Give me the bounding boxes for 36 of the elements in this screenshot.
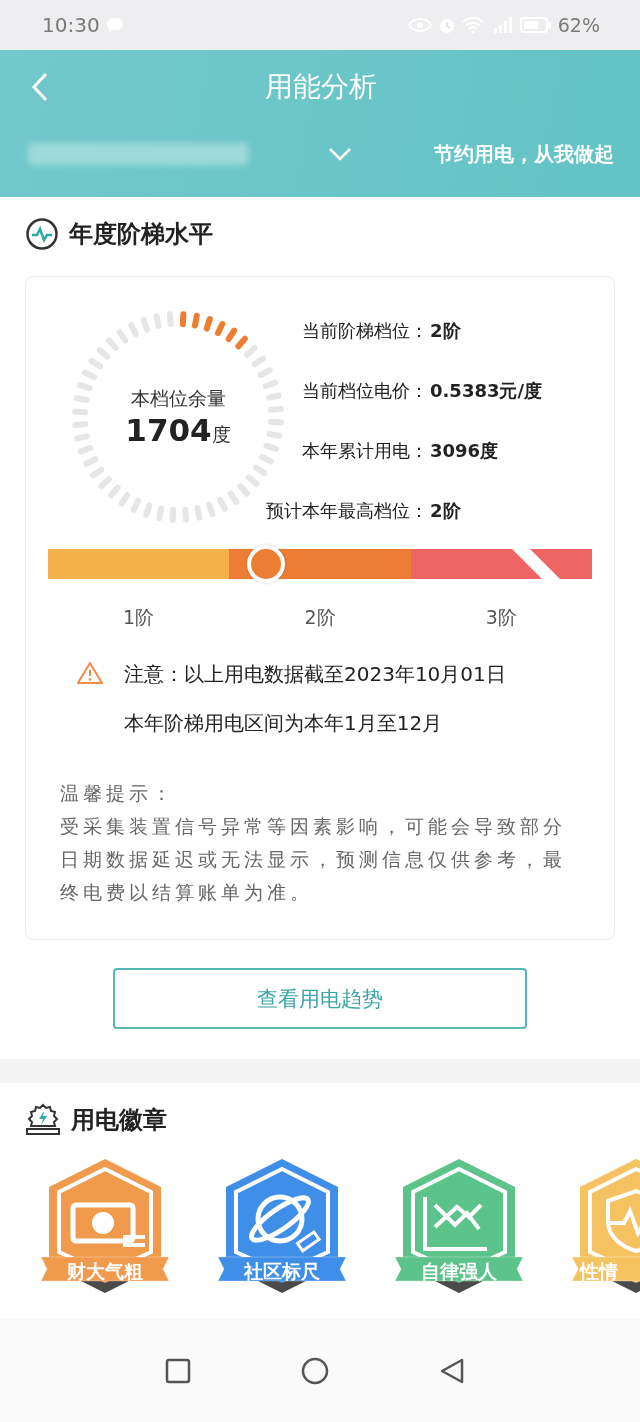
section-title: 年度阶梯水平 (69, 219, 213, 250)
gauge-value: 1704 (125, 412, 212, 448)
tip-text: 受采集装置信号异常等因素影响，可能会导致部分日期数据延迟或无法显示，预测信息仅供参考，最终电费以结算账单为准。 (60, 814, 567, 905)
gauge-unit: 度 (211, 422, 231, 447)
warning-icon (76, 661, 104, 685)
stat-value: 3096度 (430, 439, 500, 463)
stat-label: 本年累计用电： (301, 439, 428, 463)
badge-gear-icon (25, 1103, 61, 1137)
page-title: 用能分析 (265, 69, 377, 105)
gauge-label: 本档位余量 (130, 386, 226, 411)
notice-text: 本年阶梯用电区间为本年1月至12月 (124, 710, 444, 737)
stat-value: 0.5383元/度 (430, 379, 543, 403)
badge-label: 自律强人 (420, 1259, 498, 1284)
home-icon[interactable] (301, 1356, 329, 1385)
stat-label: 当前阶梯档位： (301, 319, 428, 343)
tip-title: 温馨提示： (60, 781, 176, 806)
stat-label: 预计本年最高档位： (266, 499, 428, 523)
badge-label: 社区标尺 (242, 1259, 321, 1284)
notice-text: 注意：以上用电数据截至2023年10月01日 (124, 661, 506, 688)
stat-value: 2阶 (430, 499, 462, 523)
tier-label: 2阶 (303, 605, 337, 630)
stat-label: 当前档位电价： (301, 379, 428, 403)
status-time: 10:30 (42, 13, 100, 37)
view-trend-button[interactable]: 查看用电趋势 (113, 968, 527, 1029)
pulse-icon (25, 217, 59, 251)
badge-label: 财大气粗 (66, 1259, 144, 1284)
stat-value: 2阶 (430, 319, 462, 343)
slogan: 节约用电，从我做起 (434, 140, 614, 168)
recents-icon[interactable] (165, 1357, 191, 1384)
tier-label: 1阶 (122, 605, 156, 630)
alarm-icon (437, 16, 456, 34)
badge-label: 性情 (580, 1259, 618, 1284)
section-title: 用电徽章 (71, 1105, 167, 1136)
battery-level: 62% (557, 14, 600, 36)
tier-label: 3阶 (484, 605, 518, 630)
back-icon[interactable] (439, 1356, 465, 1385)
